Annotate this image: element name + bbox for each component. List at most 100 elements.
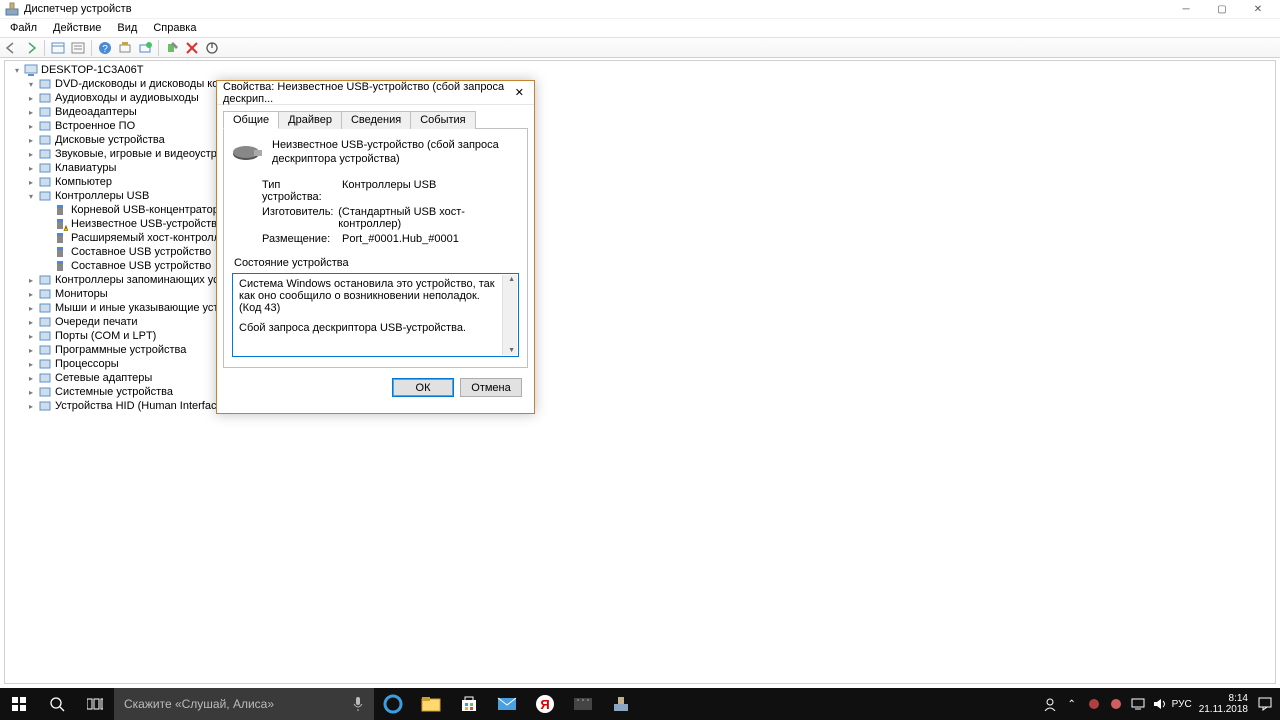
scroll-up-icon[interactable]: ▲ bbox=[508, 276, 515, 283]
back-icon[interactable] bbox=[2, 39, 20, 57]
tree-device[interactable]: Составное USB устройство bbox=[7, 245, 1273, 259]
edge-icon[interactable] bbox=[374, 688, 412, 720]
volume-icon[interactable] bbox=[1149, 688, 1171, 720]
tree-category[interactable]: ▸ Компьютер bbox=[7, 175, 1273, 189]
forward-icon[interactable] bbox=[22, 39, 40, 57]
tree-category[interactable]: ▸Звуковые, игровые и видеоустройств bbox=[7, 147, 1273, 161]
uninstall-icon[interactable] bbox=[163, 39, 181, 57]
menu-view[interactable]: Вид bbox=[109, 21, 145, 35]
explorer-icon[interactable] bbox=[412, 688, 450, 720]
expander-icon[interactable]: ▸ bbox=[25, 162, 37, 174]
tree-category[interactable]: ▾Контроллеры USB bbox=[7, 189, 1273, 203]
language-indicator[interactable]: РУС bbox=[1171, 688, 1193, 720]
expander-icon[interactable]: ▾ bbox=[25, 78, 37, 90]
tree-category[interactable]: ▸Контроллеры запоминающих устрой bbox=[7, 273, 1273, 287]
status-textbox[interactable]: ▲ ▼ Система Windows остановила это устро… bbox=[232, 273, 519, 357]
tree-category[interactable]: ▸Программные устройства bbox=[7, 343, 1273, 357]
properties-dialog: Свойства: Неизвестное USB-устройство (сб… bbox=[216, 80, 535, 414]
menu-action[interactable]: Действие bbox=[45, 21, 109, 35]
chevron-up-icon[interactable]: ⌃ bbox=[1061, 688, 1083, 720]
tree-category[interactable]: ▸Очереди печати bbox=[7, 315, 1273, 329]
expander-icon[interactable]: ▸ bbox=[25, 106, 37, 118]
tree-device[interactable]: Корневой USB-концентратор (USB bbox=[7, 203, 1273, 217]
expander-icon[interactable]: ▸ bbox=[25, 134, 37, 146]
dialog-title: Свойства: Неизвестное USB-устройство (сб… bbox=[223, 81, 511, 105]
expander-icon[interactable]: ▸ bbox=[25, 372, 37, 384]
tree-category[interactable]: ▸Сетевые адаптеры bbox=[7, 371, 1273, 385]
tree-category[interactable]: ▸Встроенное ПО bbox=[7, 119, 1273, 133]
expander-icon[interactable]: ▸ bbox=[25, 176, 37, 188]
devicemanager-icon[interactable] bbox=[602, 688, 640, 720]
start-button[interactable] bbox=[0, 688, 38, 720]
expander-icon[interactable]: ▸ bbox=[25, 120, 37, 132]
tree-category[interactable]: ▸Системные устройства bbox=[7, 385, 1273, 399]
clock[interactable]: 8:14 21.11.2018 bbox=[1193, 693, 1254, 715]
expander-icon[interactable]: ▸ bbox=[25, 316, 37, 328]
tab-details[interactable]: Сведения bbox=[341, 111, 411, 129]
expander-icon[interactable]: ▸ bbox=[25, 148, 37, 160]
tree-category[interactable]: ▸Порты (COM и LPT) bbox=[7, 329, 1273, 343]
enable-icon[interactable] bbox=[203, 39, 221, 57]
tray-icon-2[interactable] bbox=[1105, 688, 1127, 720]
cancel-button[interactable]: Отмена bbox=[460, 378, 522, 397]
people-icon[interactable] bbox=[1039, 688, 1061, 720]
tree-category[interactable]: ▸Мониторы bbox=[7, 287, 1273, 301]
tree-category[interactable]: ▾DVD-дисководы и дисководы компа bbox=[7, 77, 1273, 91]
tab-events[interactable]: События bbox=[410, 111, 475, 129]
scroll-down-icon[interactable]: ▼ bbox=[508, 347, 515, 354]
window-title: Диспетчер устройств bbox=[24, 3, 132, 15]
expander-icon[interactable]: ▸ bbox=[25, 330, 37, 342]
network-icon[interactable] bbox=[1127, 688, 1149, 720]
tree-root[interactable]: ▾ DESKTOP-1C3A06T bbox=[7, 63, 1273, 77]
help-icon[interactable]: ? bbox=[96, 39, 114, 57]
maximize-button[interactable]: ▢ bbox=[1204, 0, 1240, 19]
store-icon[interactable] bbox=[450, 688, 488, 720]
tree-category[interactable]: ▸Дисковые устройства bbox=[7, 133, 1273, 147]
ok-button[interactable]: ОК bbox=[392, 378, 454, 397]
minimize-button[interactable]: ─ bbox=[1168, 0, 1204, 19]
menu-help[interactable]: Справка bbox=[145, 21, 204, 35]
scan-icon[interactable] bbox=[116, 39, 134, 57]
dialog-close-button[interactable]: ✕ bbox=[511, 86, 528, 99]
task-view-icon[interactable] bbox=[76, 688, 114, 720]
movies-icon[interactable] bbox=[564, 688, 602, 720]
tree-category[interactable]: ▸Клавиатуры bbox=[7, 161, 1273, 175]
expander-icon[interactable]: ▸ bbox=[25, 92, 37, 104]
tree-category[interactable]: ▸Процессоры bbox=[7, 357, 1273, 371]
tree-category[interactable]: ▸Мыши и иные указывающие устрой bbox=[7, 301, 1273, 315]
cortana-search-box[interactable]: Скажите «Слушай, Алиса» bbox=[114, 688, 374, 720]
tree-device[interactable]: Расширяемый хост-контроллер I bbox=[7, 231, 1273, 245]
microphone-icon[interactable] bbox=[352, 696, 364, 712]
tree-category[interactable]: ▸Устройства HID (Human Interface Dev bbox=[7, 399, 1273, 413]
category-icon bbox=[37, 188, 53, 204]
tree-category[interactable]: ▸Видеоадаптеры bbox=[7, 105, 1273, 119]
expander-icon[interactable]: ▾ bbox=[25, 190, 37, 202]
close-button[interactable]: ✕ bbox=[1240, 0, 1276, 19]
disable-icon[interactable] bbox=[183, 39, 201, 57]
tray-icon-1[interactable] bbox=[1083, 688, 1105, 720]
tab-driver[interactable]: Драйвер bbox=[278, 111, 342, 129]
expander-icon[interactable]: ▸ bbox=[25, 288, 37, 300]
expander-icon[interactable]: ▸ bbox=[25, 302, 37, 314]
expander-icon[interactable]: ▸ bbox=[25, 358, 37, 370]
tree-category[interactable]: ▸Аудиовходы и аудиовыходы bbox=[7, 91, 1273, 105]
menu-file[interactable]: Файл bbox=[2, 21, 45, 35]
expander-icon[interactable]: ▸ bbox=[25, 344, 37, 356]
search-icon[interactable] bbox=[38, 688, 76, 720]
dialog-titlebar[interactable]: Свойства: Неизвестное USB-устройство (сб… bbox=[217, 81, 534, 105]
tree-device[interactable]: Составное USB устройство bbox=[7, 259, 1273, 273]
expander-icon[interactable]: ▸ bbox=[25, 274, 37, 286]
tab-general[interactable]: Общие bbox=[223, 111, 279, 129]
category-label: Компьютер bbox=[53, 176, 112, 188]
expander-icon[interactable]: ▸ bbox=[25, 400, 37, 412]
status-line-2: Сбой запроса дескриптора USB-устройства. bbox=[239, 322, 512, 334]
yandex-icon[interactable]: Я bbox=[526, 688, 564, 720]
tree-device[interactable]: !Неизвестное USB-устройство (сбо bbox=[7, 217, 1273, 231]
show-hide-console-icon[interactable] bbox=[49, 39, 67, 57]
properties-icon[interactable] bbox=[69, 39, 87, 57]
expander-icon[interactable]: ▸ bbox=[25, 386, 37, 398]
action-center-icon[interactable] bbox=[1254, 688, 1276, 720]
mail-icon[interactable] bbox=[488, 688, 526, 720]
update-icon[interactable] bbox=[136, 39, 154, 57]
expander-icon[interactable]: ▾ bbox=[11, 64, 23, 76]
